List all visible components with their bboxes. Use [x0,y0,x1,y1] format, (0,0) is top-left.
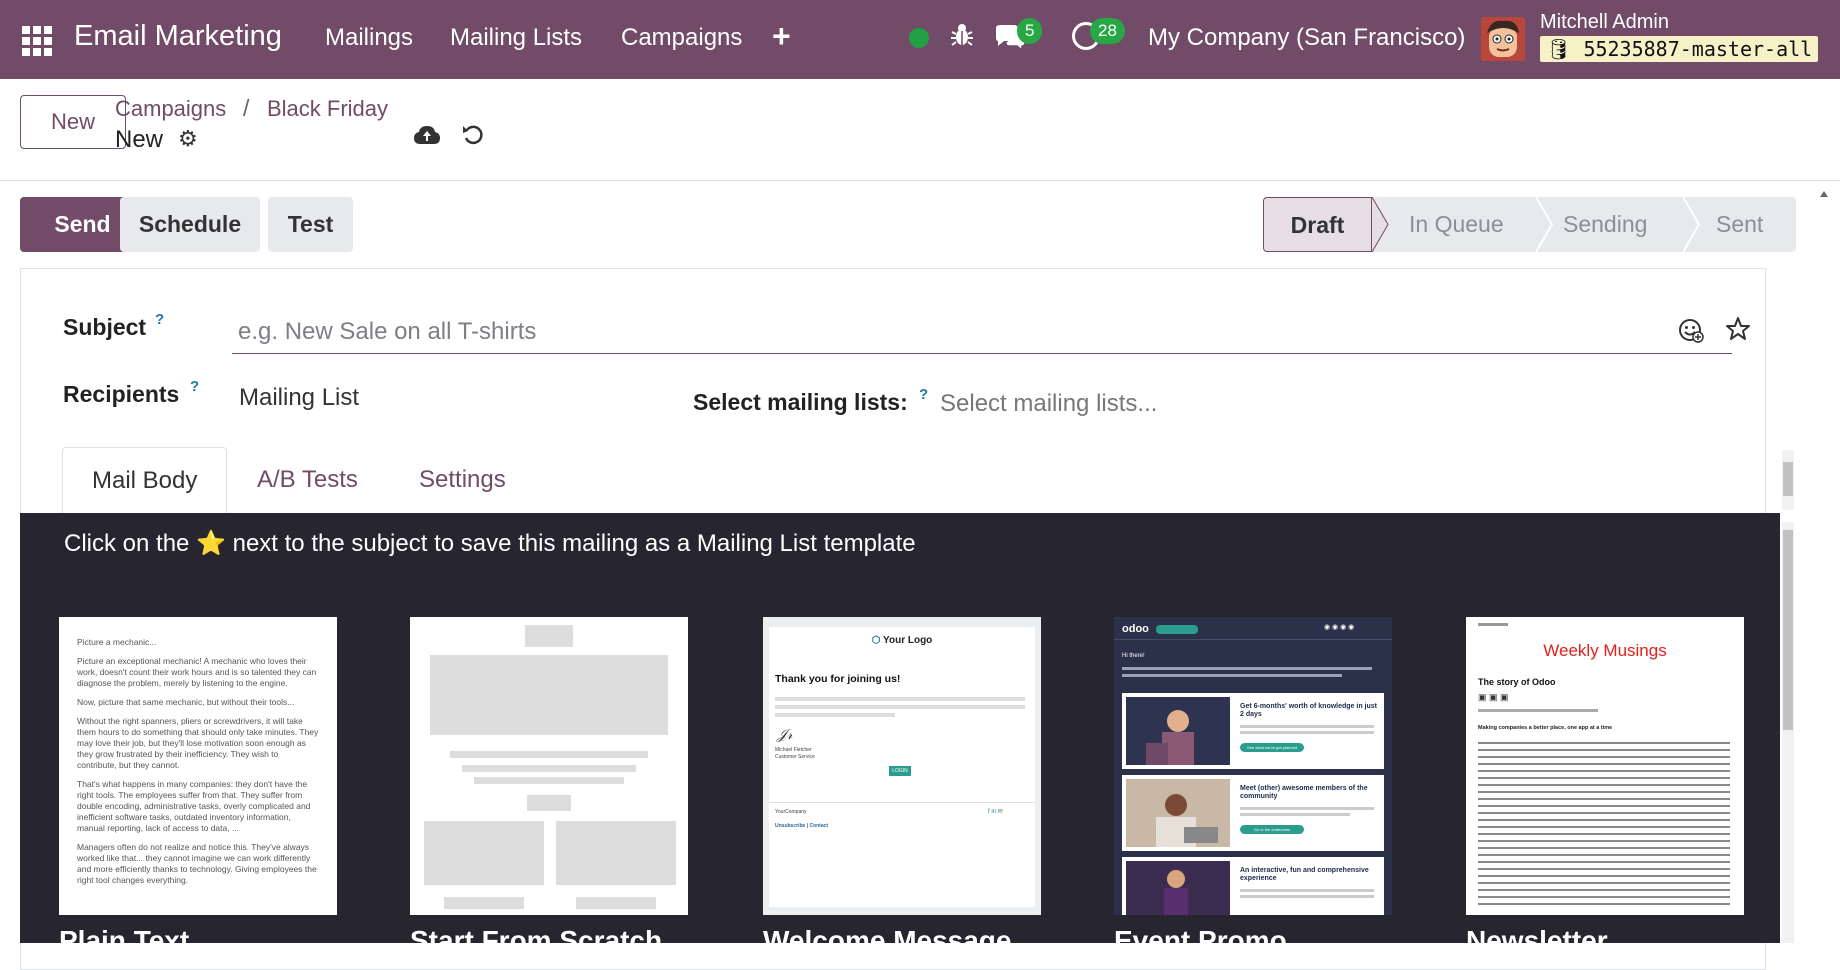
menu-mailing-lists[interactable]: Mailing Lists [450,24,582,52]
template-label: Welcome Message [763,925,1012,956]
record-name: New [115,126,164,153]
template-welcome-message[interactable]: ⬡ Your Logo Thank you for joining us! 𝒥𝓇… [763,617,1041,915]
tab-settings[interactable]: Settings [419,447,506,513]
welcome-logo: ⬡ Your Logo [871,635,933,646]
database-name: 🛢 55235887-master-all [1540,36,1819,62]
subject-help-icon[interactable]: ? [155,311,164,328]
apps-menu-icon[interactable] [22,26,52,56]
status-stages: Draft In Queue Sending Sent [1263,197,1796,252]
discard-undo-icon[interactable] [461,122,485,153]
event-greeting: Hi there! [1122,653,1145,659]
event-brand: odoo [1122,623,1149,635]
plain-text-line: Managers often do not realize and notice… [77,842,317,885]
plus-icon[interactable]: + [772,18,791,55]
new-button[interactable]: New [20,95,126,149]
stage-chevron [1683,197,1701,252]
chat-count-badge: 5 [1017,18,1043,44]
event-button: See what we've got planned [1240,743,1304,752]
menu-mailings[interactable]: Mailings [325,24,413,52]
emoji-add-icon[interactable] [1678,317,1704,348]
event-button: Go to the chatrooms [1240,825,1304,834]
plain-text-line: Now, picture that same mechanic, but wit… [77,697,295,707]
company-switcher[interactable]: My Company (San Francisco) [1148,24,1465,52]
menu-campaigns[interactable]: Campaigns [621,24,742,52]
plain-text-line: Without the right spanners, pliers or sc… [77,716,319,770]
star-template-icon[interactable] [1725,316,1751,347]
stage-sent[interactable]: Sent [1716,197,1763,252]
welcome-role: Customer Service [775,754,815,760]
breadcrumb-campaigns[interactable]: Campaigns [115,96,226,122]
welcome-signature: Michael Fletcher [775,747,812,753]
template-event-promo[interactable]: odoo ◉ ◉ ◉ ◉ Hi there! Get 6-months' wor… [1114,617,1392,915]
database-name-text: 55235887-master-all [1583,37,1813,61]
event-item: An interactive, fun and comprehensive ex… [1240,867,1369,882]
breadcrumb-black-friday[interactable]: Black Friday [267,96,388,122]
newsletter-title: Weekly Musings [1543,641,1667,660]
newsletter-story: The story of Odoo [1478,677,1556,687]
newsletter-section: Making companies a better place, one app… [1478,725,1613,731]
welcome-company: YourCompany [775,809,807,815]
tab-mail-body[interactable]: Mail Body [62,447,228,514]
stage-chevron [1372,197,1389,252]
app-name[interactable]: Email Marketing [74,20,282,53]
stage-draft[interactable]: Draft [1263,197,1372,252]
mailing-lists-help-icon[interactable]: ? [919,386,928,403]
template-newsletter[interactable]: Weekly Musings The story of Odoo ▣ ▣ ▣ M… [1466,617,1744,915]
page-scrollbar[interactable] [1818,185,1830,943]
mailing-lists-input[interactable]: Select mailing lists... [940,390,1157,418]
stage-in-queue[interactable]: In Queue [1409,197,1504,252]
save-cloud-icon[interactable] [413,124,441,152]
top-navbar: Email Marketing Mailings Mailing Lists C… [0,0,1840,79]
recipients-help-icon[interactable]: ? [190,378,199,395]
user-avatar[interactable] [1481,17,1525,61]
event-item: Meet (other) awesome members of the comm… [1240,785,1368,800]
template-label: Start From Scratch [410,925,663,956]
subject-label: Subject [63,314,147,340]
user-name[interactable]: Mitchell Admin [1540,11,1669,34]
welcome-login-button: LOGIN [889,766,911,776]
plain-text-line: Picture a mechanic... [77,637,157,647]
event-item: Get 6-months' worth of knowledge in just… [1240,703,1377,718]
presence-status-icon [909,28,929,48]
template-label: Plain Text [59,925,190,956]
breadcrumb-separator: / [243,95,250,121]
editor-scrollbar[interactable] [1782,522,1794,943]
plain-text-line: That's what happens in many companies: t… [77,779,311,833]
template-hint: Click on the ⭐ next to the subject to sa… [64,530,916,557]
gear-icon[interactable]: ⚙ [178,126,198,152]
recipients-label: Recipients [63,381,180,407]
template-plain-text[interactable]: Picture a mechanic... Picture an excepti… [59,617,337,915]
template-start-from-scratch[interactable] [410,617,688,915]
tab-ab-tests[interactable]: A/B Tests [257,447,358,513]
test-button[interactable]: Test [268,197,353,252]
debug-bug-icon[interactable] [950,22,974,55]
welcome-heading: Thank you for joining us! [775,673,901,685]
schedule-button[interactable]: Schedule [120,197,260,252]
tab-scrollbar[interactable] [1782,450,1794,510]
mailing-lists-label: Select mailing lists: [693,389,908,415]
subject-input[interactable] [232,311,1732,354]
control-panel-divider [0,180,1840,181]
plain-text-line: Picture an exceptional mechanic! A mecha… [77,656,317,688]
recipients-value[interactable]: Mailing List [239,384,359,412]
stage-chevron [1536,197,1554,252]
activity-count-badge: 28 [1090,18,1125,44]
welcome-unsubscribe: Unsubscribe | Contact [775,823,829,829]
template-label: Event Promo [1114,925,1287,956]
template-label: Newsletter [1466,925,1608,956]
stage-sending[interactable]: Sending [1563,197,1647,252]
